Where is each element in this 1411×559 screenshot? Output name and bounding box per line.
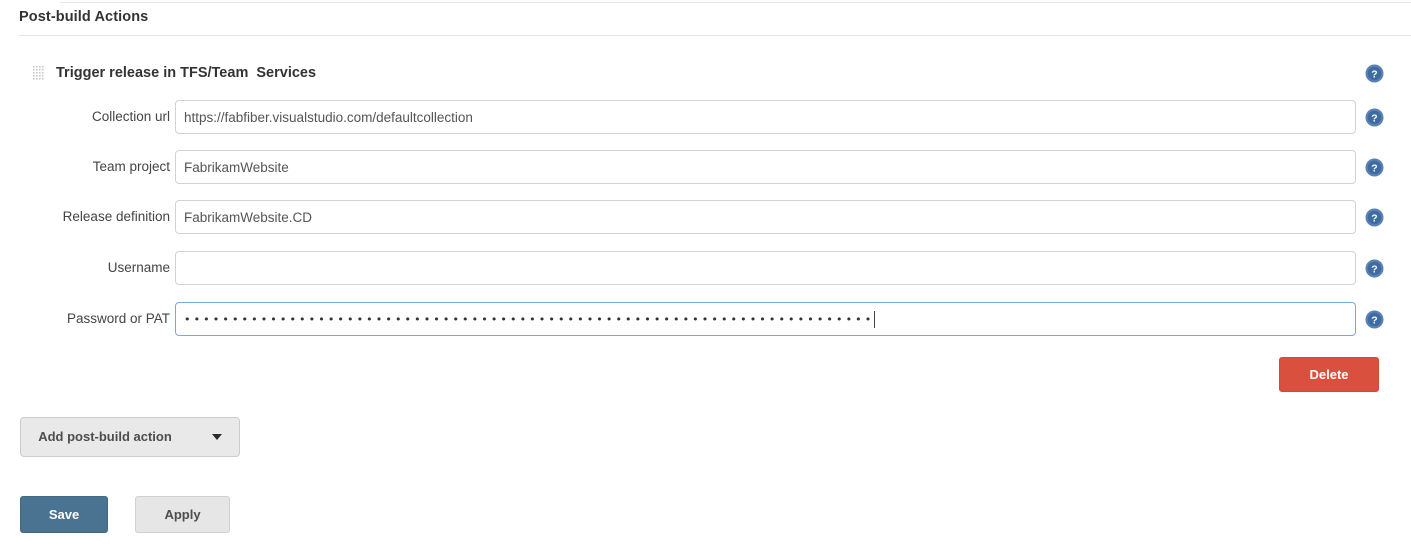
- add-post-build-action-button[interactable]: Add post-build action: [20, 417, 240, 457]
- field-row-collection-url: Collection url: [0, 100, 1411, 134]
- help-circle-icon[interactable]: ?: [1365, 158, 1384, 177]
- add-post-build-action-label: Add post-build action: [38, 429, 172, 444]
- field-row-release-definition: Release definition: [0, 200, 1411, 234]
- chevron-down-icon: [211, 433, 222, 440]
- post-build-action-block-header[interactable]: Trigger release in TFS/Team Services: [33, 63, 316, 83]
- password-or-pat-input[interactable]: ••••••••••••••••••••••••••••••••••••••••…: [175, 302, 1356, 336]
- svg-text:?: ?: [1371, 163, 1377, 175]
- release-definition-input[interactable]: [175, 200, 1356, 234]
- field-row-username: Username: [0, 251, 1411, 285]
- help-circle-icon[interactable]: ?: [1365, 64, 1384, 83]
- text-caret: [874, 310, 876, 328]
- drag-grip-icon[interactable]: [33, 66, 44, 80]
- field-row-team-project: Team project: [0, 150, 1411, 184]
- label-team-project: Team project: [92, 159, 170, 174]
- post-build-action-title: Trigger release in TFS/Team Services: [56, 65, 317, 81]
- collection-url-input[interactable]: [175, 100, 1356, 134]
- page-title: Post-build Actions: [19, 9, 149, 25]
- apply-button[interactable]: Apply: [135, 496, 230, 533]
- label-password-or-pat: Password or PAT: [66, 311, 170, 326]
- team-project-input[interactable]: [175, 150, 1356, 184]
- help-circle-icon[interactable]: ?: [1365, 259, 1384, 278]
- save-button[interactable]: Save: [20, 496, 108, 533]
- svg-text:?: ?: [1371, 315, 1377, 327]
- section-divider: [19, 35, 1411, 36]
- top-divider: [60, 2, 1411, 3]
- help-circle-icon[interactable]: ?: [1365, 310, 1384, 329]
- delete-button[interactable]: Delete: [1279, 357, 1379, 392]
- username-input[interactable]: [175, 251, 1356, 285]
- svg-text:?: ?: [1371, 264, 1377, 276]
- password-masked-value: ••••••••••••••••••••••••••••••••••••••••…: [184, 312, 875, 326]
- svg-text:?: ?: [1371, 213, 1377, 225]
- label-username: Username: [107, 260, 170, 275]
- help-circle-icon[interactable]: ?: [1365, 208, 1384, 227]
- label-collection-url: Collection url: [91, 109, 170, 124]
- help-circle-icon[interactable]: ?: [1365, 108, 1384, 127]
- svg-text:?: ?: [1371, 69, 1377, 81]
- field-row-password-or-pat: Password or PAT ••••••••••••••••••••••••…: [0, 302, 1411, 336]
- label-release-definition: Release definition: [62, 209, 170, 224]
- svg-text:?: ?: [1371, 113, 1377, 125]
